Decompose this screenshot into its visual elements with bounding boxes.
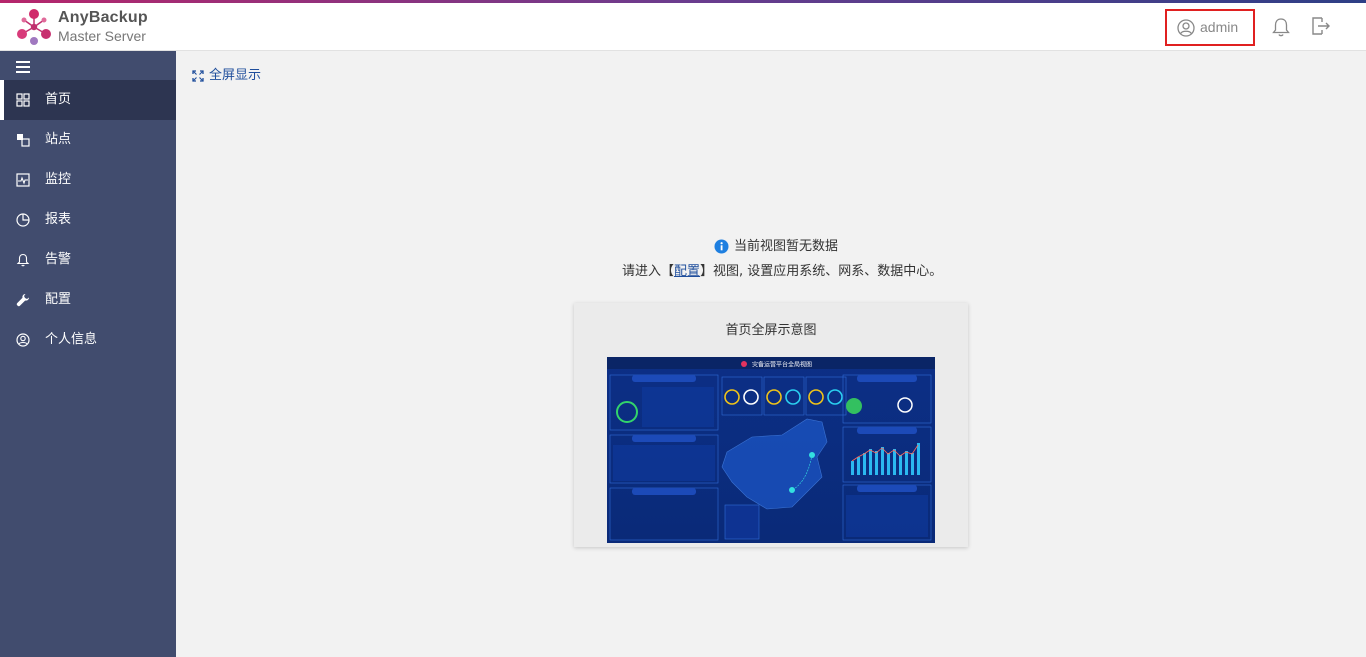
bell-icon[interactable]: [1270, 16, 1292, 38]
sidebar-item-label: 报表: [45, 212, 72, 227]
sidebar-item-site[interactable]: 站点: [0, 120, 176, 160]
sidebar-item-monitor[interactable]: 监控: [0, 160, 176, 200]
sidebar-item-label: 告警: [45, 252, 72, 267]
pie-chart-icon: [16, 213, 30, 227]
sidebar-item-label: 配置: [45, 292, 72, 307]
sidebar: 首页 站点 监控 报表 告警 配置 个人信息: [0, 51, 176, 657]
site-icon: [17, 134, 30, 147]
info-icon: [714, 239, 729, 254]
empty-state-title: 当前视图暂无数据: [734, 239, 839, 254]
hint-prefix: 请进入【: [622, 264, 675, 279]
preview-image-title: 灾备运营平台全局视图: [752, 361, 812, 369]
hint-suffix: 】视图, 设置应用系统、网系、数据中心。: [700, 264, 943, 279]
brand-name: AnyBackup: [58, 9, 148, 26]
hamburger-icon[interactable]: [16, 61, 30, 75]
expand-icon: [192, 70, 204, 82]
grid-icon: [16, 93, 30, 107]
monitor-icon: [16, 173, 30, 187]
username: admin: [1200, 19, 1239, 35]
empty-state-hint: 请进入【配置】视图, 设置应用系统、网系、数据中心。: [622, 264, 942, 280]
sidebar-item-alarm[interactable]: 告警: [0, 240, 176, 280]
wrench-icon: [16, 294, 29, 307]
dashboard-preview-image: 灾备运营平台全局视图: [607, 357, 935, 543]
header: AnyBackup Master Server admin: [0, 3, 1366, 51]
sidebar-item-label: 个人信息: [45, 332, 98, 347]
brand-subtitle: Master Server: [58, 28, 146, 44]
sidebar-item-home[interactable]: 首页: [0, 80, 176, 120]
sidebar-item-label: 监控: [45, 172, 72, 187]
fullscreen-label: 全屏显示: [209, 68, 262, 83]
bell-icon: [16, 253, 30, 267]
sidebar-item-report[interactable]: 报表: [0, 200, 176, 240]
config-link[interactable]: 配置: [674, 264, 700, 279]
sidebar-nav: 首页 站点 监控 报表 告警 配置 个人信息: [0, 80, 176, 360]
preview-card-title: 首页全屏示意图: [725, 323, 817, 338]
sidebar-item-profile[interactable]: 个人信息: [0, 320, 176, 360]
user-circle-icon: [16, 333, 30, 347]
sidebar-item-label: 首页: [45, 92, 72, 107]
sidebar-item-label: 站点: [45, 132, 72, 147]
preview-card: 首页全屏示意图 灾备运营平台全局视图: [574, 303, 968, 547]
user-circle-icon: [1177, 19, 1195, 37]
user-menu[interactable]: admin: [1165, 9, 1255, 46]
logout-icon[interactable]: [1310, 15, 1332, 37]
sidebar-item-config[interactable]: 配置: [0, 280, 176, 320]
anybackup-logo: [17, 9, 51, 45]
